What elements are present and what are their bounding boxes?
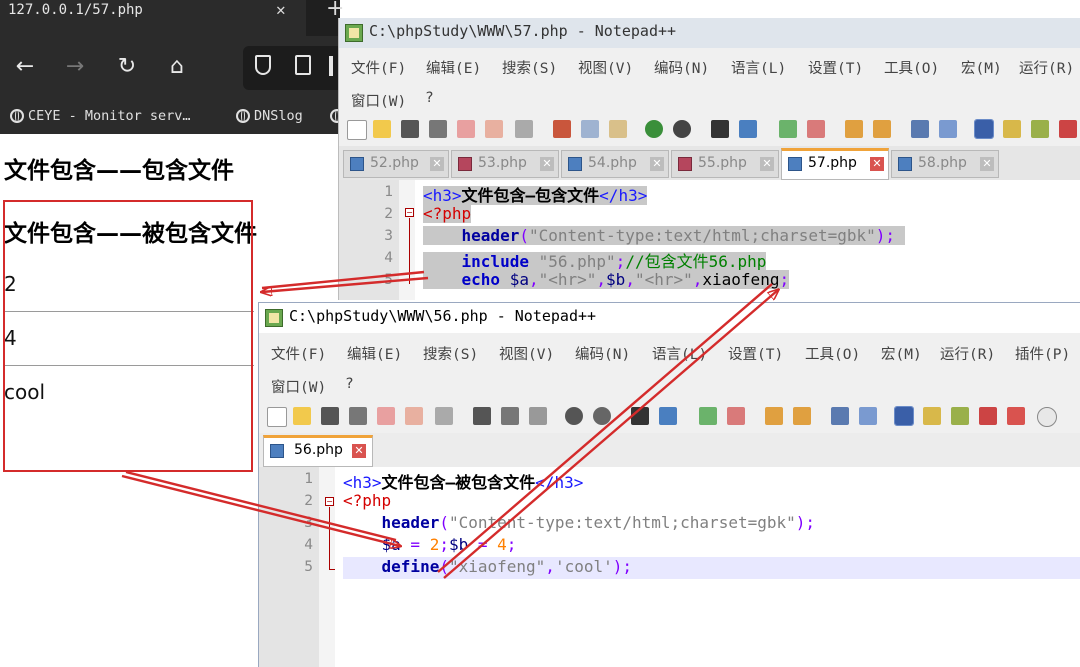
arrow-output-to-vars xyxy=(121,474,400,546)
arrow-output-to-vars-shadow xyxy=(125,470,397,542)
arrow-define-to-echo-shadow xyxy=(437,283,773,573)
arrow-define-to-echo xyxy=(443,290,778,579)
annotation-arrows xyxy=(121,270,1080,579)
